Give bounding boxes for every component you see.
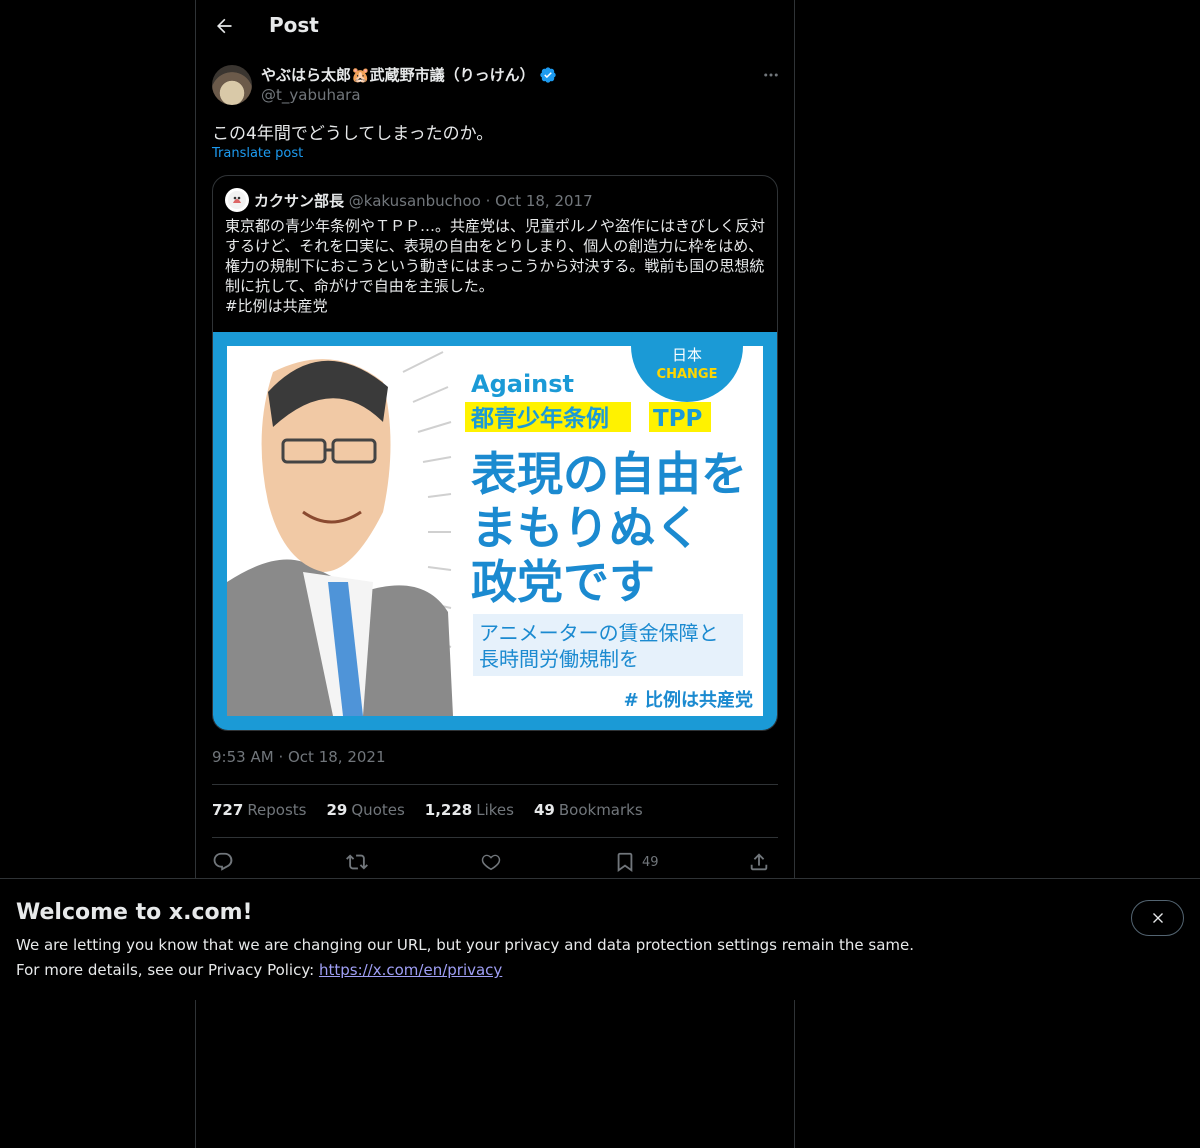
privacy-policy-link[interactable]: https://x.com/en/privacy (319, 961, 502, 979)
quotes-label: Quotes (351, 801, 405, 819)
author-name-text: やぶはら太郎🐹武蔵野市議（りっけん） (261, 66, 535, 84)
bookmark-action-count: 49 (642, 854, 659, 870)
svg-text:長時間労働規制を: 長時間労働規制を (479, 647, 639, 671)
post-text: この4年間でどうしてしまったのか。 (212, 124, 494, 144)
svg-text:アニメーターの賃金保障と: アニメーターの賃金保障と (479, 621, 719, 645)
svg-text:# 比例は共産党: # 比例は共産党 (624, 689, 753, 711)
author-handle[interactable]: @t_yabuhara (261, 86, 361, 104)
banner-policy-line: For more details, see our Privacy Policy… (16, 961, 502, 979)
quoted-separator: · (485, 192, 491, 210)
engagement-stats: 727 Reposts 29 Quotes 1,228 Likes 49 Bookmar… (212, 801, 643, 819)
more-dots-icon (764, 73, 778, 77)
like-icon (481, 854, 501, 871)
verified-badge-icon (540, 66, 556, 83)
author-name[interactable]: やぶはら太郎🐹武蔵野市議（りっけん） (261, 64, 557, 85)
quoted-author-handle: @kakusanbuchoo (348, 192, 481, 210)
post-timestamp[interactable]: 9:53 AM · Oct 18, 2021 (212, 748, 386, 766)
quotes-stat[interactable]: 29 Quotes (327, 801, 405, 819)
timestamp-date: Oct 18, 2021 (288, 748, 386, 766)
bookmarks-count: 49 (533, 801, 555, 819)
svg-text:表現の自由を: 表現の自由を (471, 447, 747, 501)
quoted-date: Oct 18, 2017 (495, 192, 593, 210)
bookmark-icon (617, 852, 633, 873)
bookmarks-stat[interactable]: 49 Bookmarks (534, 801, 643, 819)
repost-button[interactable] (346, 848, 368, 876)
timestamp-separator: · (278, 748, 284, 766)
svg-text:日本: 日本 (672, 346, 702, 364)
welcome-banner: Welcome to x.com! We are letting you kno… (0, 878, 1200, 1000)
banner-close-button[interactable] (1131, 900, 1184, 936)
likes-label: Likes (476, 801, 514, 819)
reposts-label: Reposts (247, 801, 307, 819)
quoted-post[interactable]: カクサン部長 @kakusanbuchoo · Oct 18, 2017 東京都… (212, 175, 778, 731)
share-icon (750, 853, 768, 871)
svg-text:都青少年条例: 都青少年条例 (470, 405, 609, 432)
close-icon (1152, 913, 1163, 923)
quoted-meta: カクサン部長 @kakusanbuchoo · Oct 18, 2017 (254, 190, 593, 211)
repost-icon (346, 854, 368, 870)
post-header: Post (196, 0, 794, 53)
divider-bottom (212, 837, 778, 838)
quoted-author-name: カクサン部長 (254, 192, 345, 210)
svg-text:まもりぬく: まもりぬく (471, 501, 701, 555)
svg-text:TPP: TPP (653, 406, 702, 432)
page-title: Post (269, 13, 319, 37)
svg-text:Against: Against (471, 370, 574, 398)
reposts-stat[interactable]: 727 Reposts (212, 801, 307, 819)
back-button[interactable] (208, 10, 240, 42)
quoted-text: 東京都の青少年条例やＴＰＰ…。共産党は、児童ポルノや盗作にはきびしく反対するけど… (225, 217, 766, 315)
reply-icon (213, 852, 233, 871)
bookmark-button[interactable]: 49 (614, 848, 659, 876)
timestamp-time: 9:53 AM (212, 748, 274, 766)
author-avatar[interactable] (212, 65, 252, 105)
more-options-button[interactable] (760, 64, 782, 86)
quoted-image[interactable]: 日本 CHANGE Against 都青少年条例 TPP 表現の自由を まもりぬ… (213, 332, 777, 730)
svg-text:政党です: 政党です (471, 555, 655, 609)
quotes-count: 29 (326, 801, 348, 819)
action-bar: 49 (212, 846, 778, 878)
back-arrow-icon (217, 18, 232, 34)
banner-title: Welcome to x.com! (16, 900, 253, 925)
banner-message: We are letting you know that we are chan… (16, 936, 915, 954)
bookmarks-label: Bookmarks (558, 801, 643, 819)
like-button[interactable] (480, 848, 502, 876)
quoted-avatar-icon (228, 191, 246, 209)
translate-post-link[interactable]: Translate post (212, 146, 303, 161)
likes-stat[interactable]: 1,228 Likes (425, 801, 514, 819)
quoted-author-avatar (225, 188, 249, 212)
banner-policy-prefix: For more details, see our Privacy Policy… (16, 961, 315, 979)
svg-text:CHANGE: CHANGE (657, 367, 718, 382)
divider-top (212, 784, 778, 785)
likes-count: 1,228 (424, 801, 473, 819)
share-button[interactable] (748, 848, 770, 876)
reply-button[interactable] (212, 848, 234, 876)
reposts-count: 727 (212, 801, 244, 819)
